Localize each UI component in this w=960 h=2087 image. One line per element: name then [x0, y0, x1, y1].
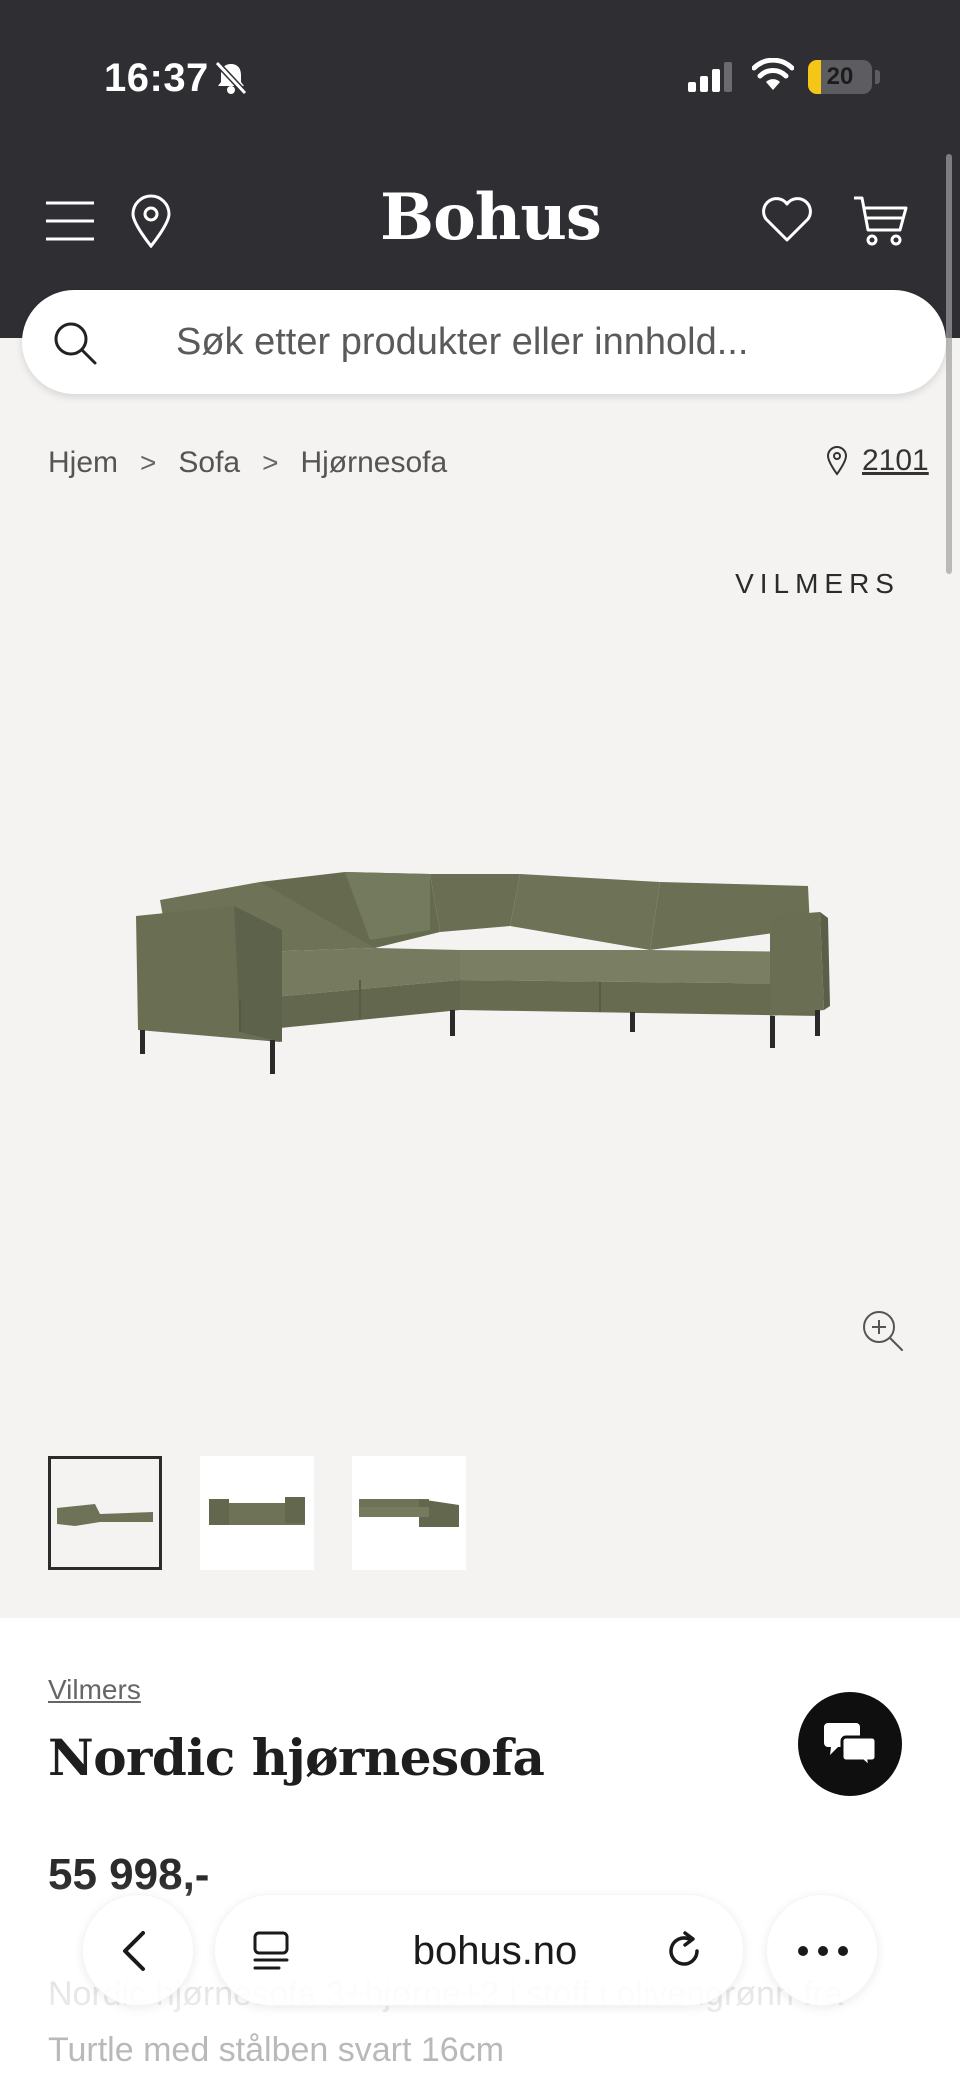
breadcrumb: Hjem > Sofa > Hjørnesofa	[48, 446, 447, 480]
store-selector[interactable]: 2101	[826, 444, 929, 478]
heart-icon[interactable]	[760, 196, 814, 244]
cart-icon[interactable]	[852, 194, 910, 248]
reload-icon[interactable]	[665, 1931, 705, 1971]
search-icon	[54, 322, 97, 365]
brand-mark: VILMERS	[735, 568, 900, 599]
battery-cap	[875, 70, 880, 84]
address-bar[interactable]: bohus.no	[214, 1894, 744, 2006]
more-options-button[interactable]	[766, 1894, 878, 2006]
search-bar[interactable]	[22, 290, 946, 394]
ellipsis-icon	[798, 1946, 848, 1956]
product-image[interactable]	[130, 860, 830, 1080]
scrollbar[interactable]	[946, 154, 952, 574]
status-time: 16:37	[104, 56, 209, 100]
breadcrumb-corner-sofa[interactable]: Hjørnesofa	[300, 446, 447, 480]
chat-button[interactable]	[798, 1692, 902, 1796]
store-code[interactable]: 2101	[862, 444, 929, 478]
breadcrumb-separator: >	[262, 447, 279, 478]
back-button[interactable]	[82, 1894, 194, 2006]
breadcrumb-separator: >	[140, 447, 157, 478]
location-pin-icon	[826, 446, 848, 476]
battery-percentage: 20	[826, 63, 854, 90]
tabs-icon[interactable]	[251, 1931, 291, 1971]
thumbnail-image	[209, 1497, 305, 1525]
thumbnail-strip	[48, 1456, 504, 1570]
chat-bubbles-icon	[824, 1723, 878, 1769]
url-text[interactable]: bohus.no	[395, 1895, 595, 2007]
bell-muted-icon	[214, 60, 248, 96]
site-logo[interactable]: Bohus	[380, 180, 602, 255]
thumbnail-image	[57, 1504, 153, 1526]
product-title: Nordic hjørnesofa	[48, 1728, 545, 1787]
search-input[interactable]	[176, 290, 916, 394]
breadcrumb-home[interactable]: Hjem	[48, 446, 118, 480]
cellular-signal-icon	[688, 62, 732, 92]
location-pin-icon[interactable]	[130, 194, 172, 248]
thumbnail-front-view[interactable]	[200, 1456, 314, 1570]
menu-icon[interactable]	[46, 200, 94, 242]
chevron-left-icon	[123, 1931, 145, 1971]
breadcrumb-sofa[interactable]: Sofa	[178, 446, 240, 480]
zoom-in-icon[interactable]	[860, 1308, 906, 1354]
thumbnail-side-view[interactable]	[352, 1456, 466, 1570]
site-header: 16:37 20 Bohus	[0, 0, 960, 338]
thumbnail-image	[359, 1499, 459, 1527]
wifi-icon	[752, 58, 794, 90]
brand-link[interactable]: Vilmers	[48, 1674, 141, 1706]
thumbnail-corner-view[interactable]	[48, 1456, 162, 1570]
battery-indicator: 20	[808, 60, 872, 94]
